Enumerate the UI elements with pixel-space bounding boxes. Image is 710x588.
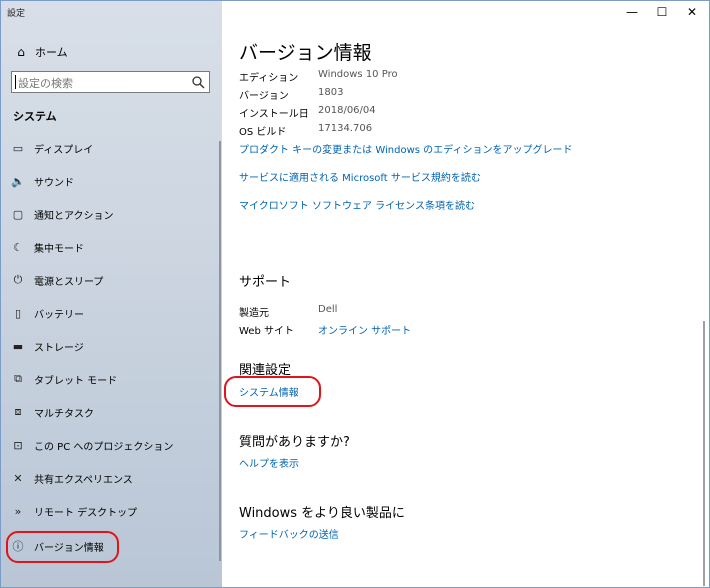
sidebar-item-notifications[interactable]: ▢ 通知とアクション (11, 204, 211, 224)
sidebar-item-label: 共有エクスペリエンス (34, 474, 133, 486)
page-title: バージョン情報 (239, 42, 372, 64)
spec-value: Windows 10 Pro (318, 69, 398, 80)
main-scrollbar[interactable] (703, 321, 705, 586)
maximize-button[interactable]: ☐ (652, 5, 672, 19)
spec-key: OS ビルド (239, 127, 287, 138)
support-key: 製造元 (239, 308, 269, 319)
sidebar-item-label: 通知とアクション (34, 210, 114, 222)
minimize-button[interactable]: — (622, 5, 642, 19)
moon-icon: ☾ (13, 240, 23, 254)
sidebar-item-projection[interactable]: ⊡ この PC へのプロジェクション (11, 435, 211, 455)
sidebar-item-label: 集中モード (34, 243, 84, 255)
sidebar-item-label: ストレージ (34, 342, 84, 354)
sidebar-scrollbar[interactable] (219, 141, 221, 561)
close-button[interactable]: ✕ (682, 5, 702, 19)
sidebar-home[interactable]: ⌂ ホーム (13, 43, 68, 61)
sidebar-item-battery[interactable]: ▯ バッテリー (11, 303, 211, 323)
spec-value: 1803 (318, 87, 344, 98)
text-caret (15, 75, 16, 89)
remote-icon: » (14, 504, 22, 518)
search-box[interactable]: 設定の検索 (11, 71, 210, 93)
shared-icon: ✕ (13, 471, 23, 485)
window-title: 設定 (7, 9, 26, 19)
sidebar-item-label: サウンド (34, 177, 74, 189)
multitask-icon: ⧈ (14, 405, 22, 418)
online-support-link[interactable]: オンライン サポート (318, 322, 411, 337)
license-terms-link[interactable]: マイクロソフト ソフトウェア ライセンス条項を読む (239, 197, 475, 212)
improve-windows-heading: Windows をより良い製品に (239, 506, 405, 521)
sidebar-item-multitask[interactable]: ⧈ マルチタスク (11, 402, 211, 422)
home-label: ホーム (35, 46, 68, 59)
feedback-link[interactable]: フィードバックの送信 (239, 526, 339, 541)
annotation-circle-system-info (224, 376, 321, 407)
sidebar: 設定 ⌂ ホーム 設定の検索 システム ▭ ディスプレイ 🔈 サウンド ▢ 通知… (1, 1, 222, 587)
sidebar-item-power[interactable]: ⏻ 電源とスリープ (11, 270, 211, 290)
spec-key: バージョン (239, 91, 289, 102)
notification-icon: ▢ (12, 207, 24, 221)
sidebar-item-label: マルチタスク (34, 408, 94, 420)
sidebar-item-label: タブレット モード (34, 375, 118, 387)
sidebar-item-sound[interactable]: 🔈 サウンド (11, 171, 211, 191)
sidebar-item-storage[interactable]: ▬ ストレージ (11, 336, 211, 356)
sidebar-item-display[interactable]: ▭ ディスプレイ (11, 138, 211, 158)
settings-window: 設定 ⌂ ホーム 設定の検索 システム ▭ ディスプレイ 🔈 サウンド ▢ 通知… (0, 0, 710, 588)
sidebar-item-focus[interactable]: ☾ 集中モード (11, 237, 211, 257)
sidebar-item-shared[interactable]: ✕ 共有エクスペリエンス (11, 468, 211, 488)
spec-key: インストール日 (239, 109, 309, 120)
battery-icon: ▯ (14, 306, 22, 320)
projection-icon: ⊡ (13, 438, 23, 452)
sidebar-item-label: バッテリー (34, 309, 84, 321)
display-icon: ▭ (12, 141, 24, 155)
spec-key: エディション (239, 73, 299, 84)
section-label-system: システム (13, 110, 57, 123)
sidebar-item-tablet[interactable]: ⧉ タブレット モード (11, 369, 211, 389)
support-key: Web サイト (239, 326, 294, 337)
questions-heading: 質問がありますか? (239, 435, 350, 450)
main-content: — ☐ ✕ バージョン情報 エディション Windows 10 Pro バージョ… (222, 1, 709, 587)
storage-icon: ▬ (12, 339, 24, 353)
home-icon: ⌂ (17, 45, 25, 59)
tablet-icon: ⧉ (14, 372, 22, 385)
search-icon[interactable] (191, 75, 205, 89)
power-icon: ⏻ (13, 273, 23, 286)
sidebar-item-remote[interactable]: » リモート デスクトップ (11, 501, 211, 521)
sidebar-item-label: ディスプレイ (34, 144, 94, 156)
sidebar-item-label: リモート デスクトップ (34, 507, 138, 519)
service-agreement-link[interactable]: サービスに適用される Microsoft サービス規約を読む (239, 169, 481, 184)
annotation-circle-about (6, 531, 119, 563)
support-value: Dell (318, 304, 338, 315)
support-heading: サポート (239, 275, 292, 290)
spec-value: 2018/06/04 (318, 105, 376, 116)
sidebar-item-label: この PC へのプロジェクション (34, 441, 174, 453)
upgrade-edition-link[interactable]: プロダクト キーの変更または Windows のエディションをアップグレード (239, 141, 572, 156)
sound-icon: 🔈 (11, 174, 25, 188)
sidebar-item-label: 電源とスリープ (34, 276, 104, 288)
get-help-link[interactable]: ヘルプを表示 (239, 455, 299, 470)
search-input[interactable]: 設定の検索 (18, 75, 73, 91)
spec-value: 17134.706 (318, 123, 373, 134)
